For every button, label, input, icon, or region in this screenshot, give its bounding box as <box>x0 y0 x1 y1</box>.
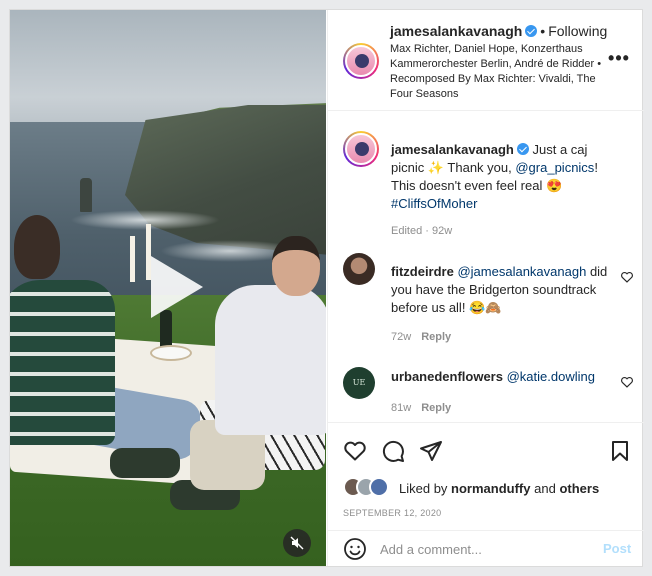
comment-like-heart-icon[interactable] <box>620 375 634 389</box>
commenter-avatar[interactable]: UE <box>343 367 375 399</box>
comment-username[interactable]: urbanedenflowers <box>391 369 503 384</box>
play-button[interactable] <box>137 252 207 322</box>
reply-button[interactable]: Reply <box>421 402 451 414</box>
comment-text: fitzdeirdre @jamesalankavanagh did you h… <box>391 263 611 317</box>
comment-like-heart-icon[interactable] <box>620 270 634 284</box>
more-options-button[interactable]: ••• <box>607 49 631 69</box>
caption-username[interactable]: jamesalankavanagh <box>391 142 514 157</box>
post-video[interactable] <box>10 10 326 566</box>
add-comment-bar: Post <box>328 530 644 566</box>
verified-badge-icon <box>525 25 538 37</box>
author-avatar[interactable] <box>343 43 379 79</box>
video-sea-stack <box>80 178 92 212</box>
author-username[interactable]: jamesalankavanagh <box>390 23 522 39</box>
muted-speaker-icon <box>290 536 304 550</box>
caption-mention-link[interactable]: @gra_picnics <box>515 160 594 175</box>
comment-meta: 81w Reply <box>391 402 451 414</box>
liked-by-conjunction: and <box>534 481 556 496</box>
video-plate <box>150 345 192 361</box>
liked-by-others-link[interactable]: others <box>559 481 599 496</box>
paper-plane-icon[interactable] <box>419 439 443 463</box>
verified-badge-icon <box>516 143 529 155</box>
post-comment-button[interactable]: Post <box>603 541 631 556</box>
comment-age: 72w <box>391 331 412 343</box>
author-line: jamesalankavanagh • Following <box>390 23 607 39</box>
liker-avatar <box>369 477 389 497</box>
comment-input[interactable] <box>380 535 600 563</box>
comments-list: jamesalankavanagh Just a caj picnic ✨ Th… <box>328 111 644 422</box>
post-date[interactable]: SEPTEMBER 12, 2020 <box>343 508 441 518</box>
caption-text: jamesalankavanagh Just a caj picnic ✨ Th… <box>391 141 621 213</box>
bookmark-icon[interactable] <box>608 439 632 463</box>
video-shoe <box>110 448 180 478</box>
post-actions: Liked by normanduffy and others SEPTEMBE… <box>328 422 644 530</box>
play-icon <box>151 256 203 318</box>
comment-mention-link[interactable]: @jamesalankavanagh <box>457 264 586 279</box>
speech-bubble-icon[interactable] <box>381 439 405 463</box>
video-person-right-head <box>272 236 320 296</box>
caption-author-avatar[interactable] <box>343 131 379 167</box>
reply-button[interactable]: Reply <box>421 331 451 343</box>
comment-age: 81w <box>391 402 412 414</box>
post-header: jamesalankavanagh • Following Max Richter,… <box>328 10 644 111</box>
liked-by-summary: Liked by normanduffy and others <box>399 481 599 496</box>
audio-attribution[interactable]: Max Richter, Daniel Hope, Konzerthaus Ka… <box>390 42 605 102</box>
post-details-panel: jamesalankavanagh • Following Max Richter,… <box>327 10 644 566</box>
caption-meta: Edited · 92w <box>391 225 453 237</box>
video-person-left <box>10 280 115 445</box>
liked-by-prefix: Liked by <box>399 481 448 496</box>
following-button[interactable]: Following <box>548 23 607 39</box>
comment-meta: 72w Reply <box>391 331 451 343</box>
video-candle <box>130 236 135 282</box>
comment-username[interactable]: fitzdeirdre <box>391 264 454 279</box>
heart-icon[interactable] <box>343 439 367 463</box>
video-person-left-head <box>14 215 60 279</box>
caption-hashtag-link[interactable]: #CliffsOfMoher <box>391 196 477 211</box>
mute-toggle-button[interactable] <box>283 529 311 557</box>
comment-text: urbanedenflowers @katie.dowling <box>391 368 611 386</box>
comment-mention-link[interactable]: @katie.dowling <box>507 369 595 384</box>
commenter-avatar[interactable] <box>343 253 375 285</box>
video-wave <box>70 210 220 230</box>
smiley-icon[interactable] <box>343 537 367 561</box>
separator-dot: • <box>540 23 546 39</box>
video-person-right <box>215 285 326 435</box>
liked-by-user-link[interactable]: normanduffy <box>451 481 530 496</box>
instagram-post-card: jamesalankavanagh • Following Max Richter,… <box>9 9 644 567</box>
